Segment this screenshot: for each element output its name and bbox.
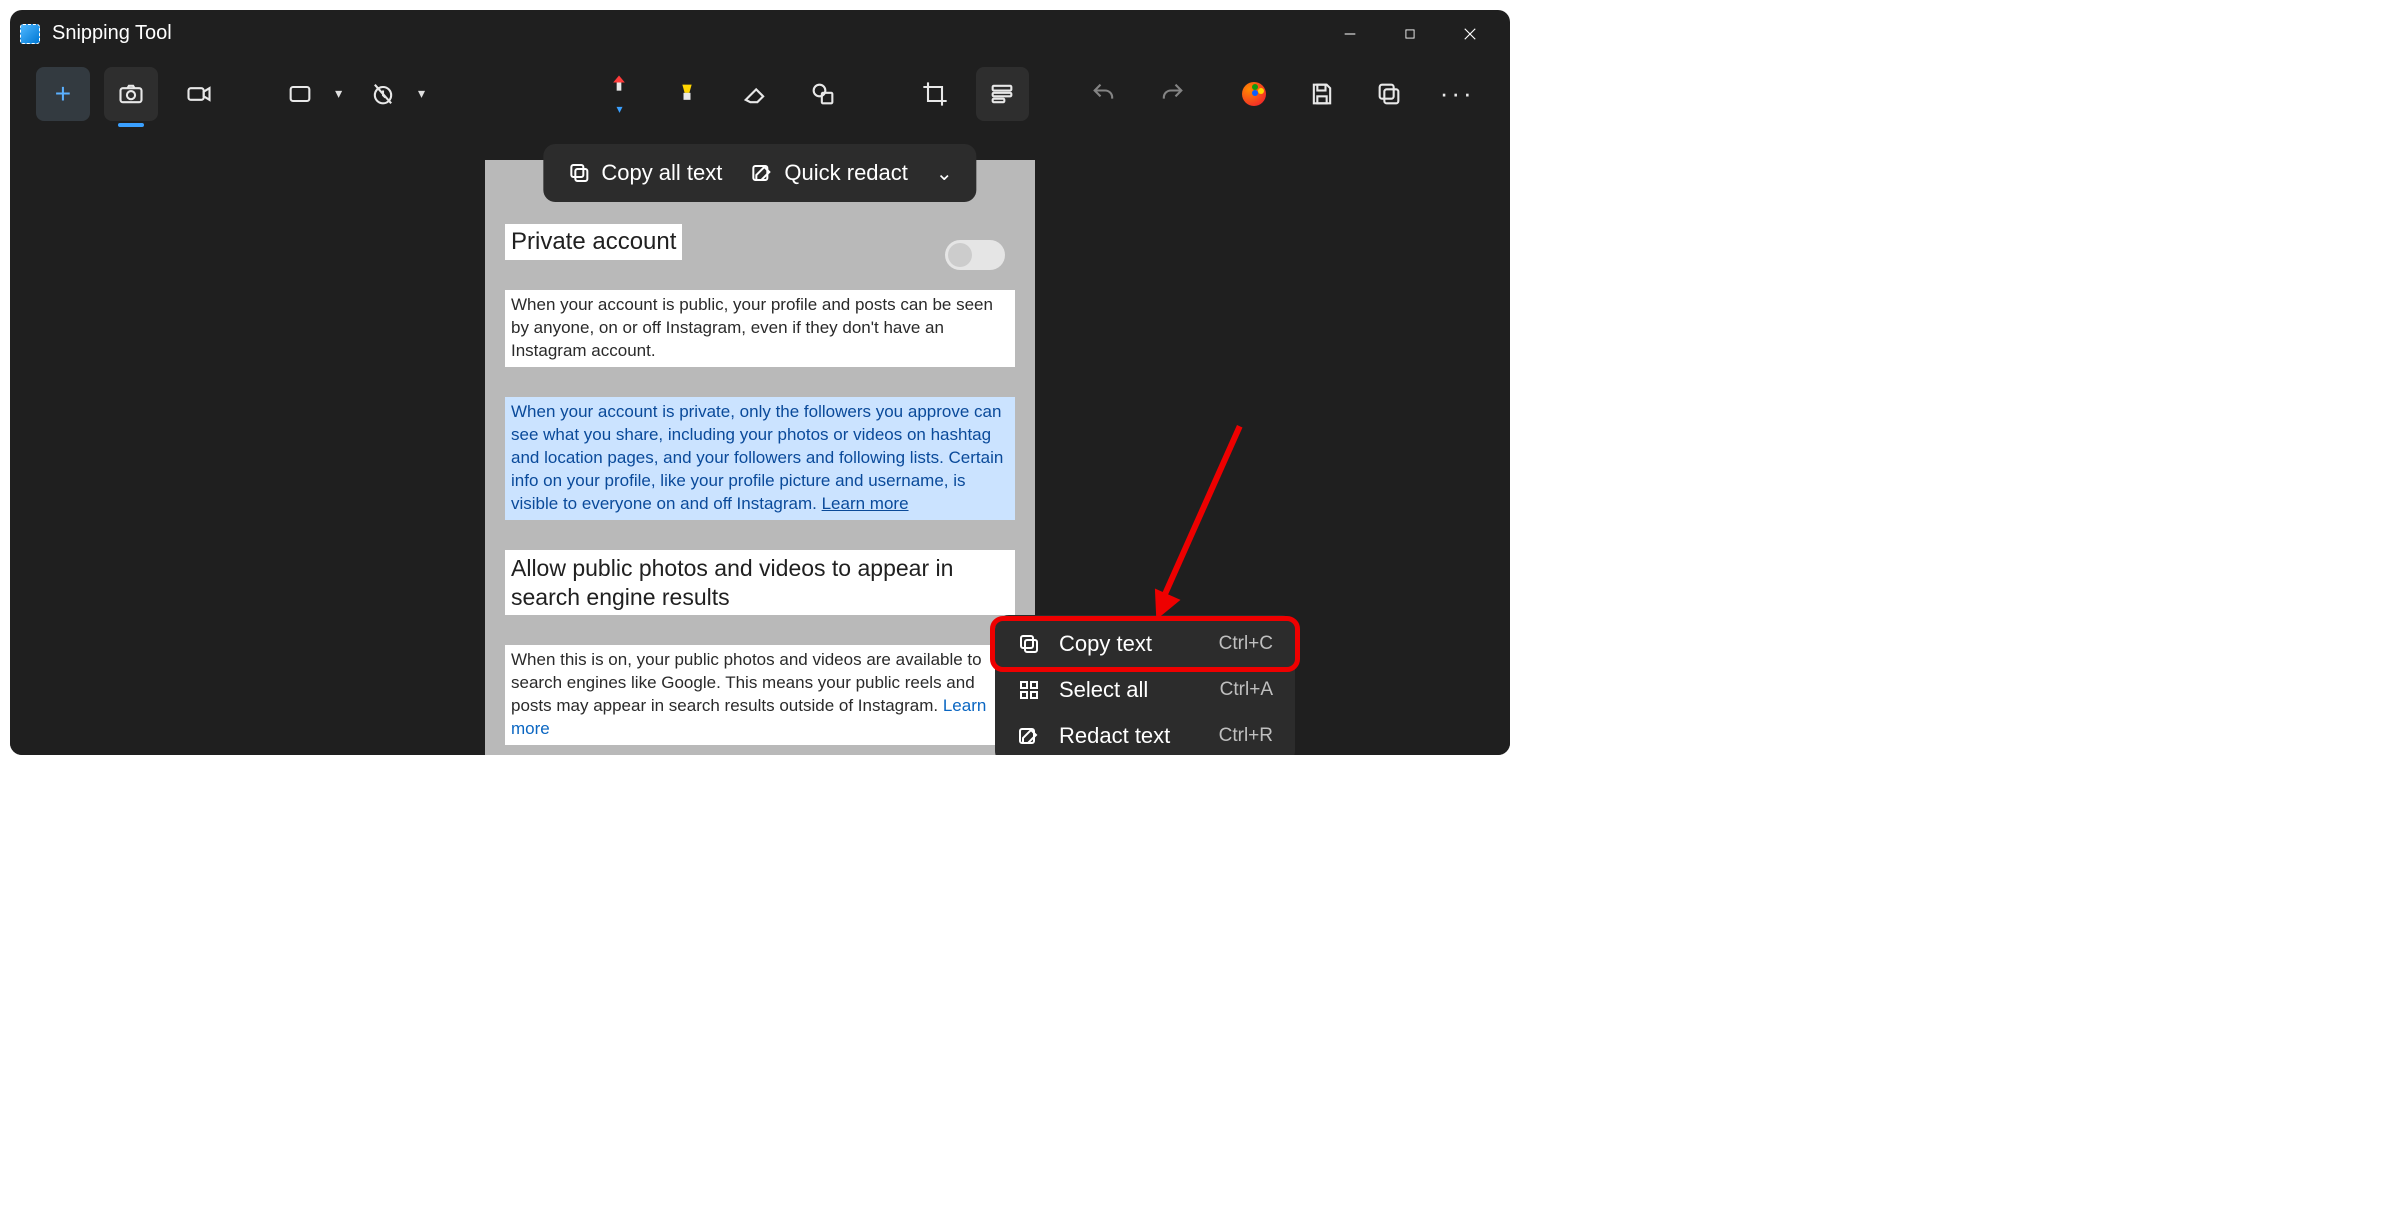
quick-redact-label: Quick redact xyxy=(784,160,908,186)
close-button[interactable] xyxy=(1440,14,1500,54)
snip-paragraph-search: When this is on, your public photos and … xyxy=(505,645,1015,745)
snip-para3-text: When this is on, your public photos and … xyxy=(511,650,982,715)
chevron-down-icon: ▾ xyxy=(418,85,425,102)
save-button[interactable] xyxy=(1295,67,1349,121)
maximize-button[interactable] xyxy=(1380,14,1440,54)
app-window: Snipping Tool + ▾ ▾ ▾ xyxy=(10,10,1510,755)
snip-shape-dropdown[interactable] xyxy=(273,67,327,121)
chevron-down-icon: ▾ xyxy=(335,85,342,102)
delay-dropdown[interactable] xyxy=(356,67,410,121)
context-redact-text[interactable]: Redact text Ctrl+R xyxy=(995,713,1295,755)
context-item-shortcut: Ctrl+C xyxy=(1219,633,1273,655)
canvas-area: Copy all text Quick redact ⌄ Private acc… xyxy=(10,130,1510,755)
redact-icon xyxy=(1017,724,1041,748)
context-item-shortcut: Ctrl+R xyxy=(1219,725,1273,747)
highlighter-tool-button[interactable] xyxy=(660,67,714,121)
copy-icon xyxy=(1017,632,1041,656)
more-button[interactable]: ··· xyxy=(1430,67,1484,121)
copy-all-text-button[interactable]: Copy all text xyxy=(567,160,722,186)
chevron-down-icon[interactable]: ⌄ xyxy=(936,161,953,186)
app-title: Snipping Tool xyxy=(52,22,172,45)
copy-all-text-label: Copy all text xyxy=(601,160,722,186)
context-item-shortcut: Ctrl+A xyxy=(1220,679,1273,701)
select-all-icon xyxy=(1017,678,1041,702)
titlebar: Snipping Tool xyxy=(10,10,1510,57)
record-mode-button[interactable] xyxy=(172,67,226,121)
private-account-toggle[interactable] xyxy=(945,240,1005,270)
context-item-label: Select all xyxy=(1059,677,1148,703)
app-icon xyxy=(20,24,40,44)
copy-button[interactable] xyxy=(1362,67,1416,121)
context-copy-text[interactable]: Copy text Ctrl+C xyxy=(995,621,1295,667)
learn-more-link[interactable]: Learn more xyxy=(822,494,909,513)
context-select-all[interactable]: Select all Ctrl+A xyxy=(995,667,1295,713)
snip-paragraph-private-selected[interactable]: When your account is private, only the f… xyxy=(505,397,1015,520)
toolbar: + ▾ ▾ ▾ xyxy=(10,57,1510,130)
pen-tool-button[interactable]: ▾ xyxy=(593,67,647,121)
context-item-label: Redact text xyxy=(1059,723,1170,749)
snip-paragraph-public: When your account is public, your profil… xyxy=(505,290,1015,367)
snip-mode-button[interactable] xyxy=(104,67,158,121)
quick-redact-button[interactable]: Quick redact xyxy=(750,160,908,186)
text-actions-button[interactable] xyxy=(976,67,1030,121)
snip-para2-text: When your account is private, only the f… xyxy=(511,402,1003,513)
shapes-tool-button[interactable] xyxy=(796,67,850,121)
context-item-label: Copy text xyxy=(1059,631,1152,657)
redo-button[interactable] xyxy=(1145,67,1199,121)
annotation-arrow xyxy=(1140,425,1260,625)
text-actions-floatbar: Copy all text Quick redact ⌄ xyxy=(543,144,976,202)
new-snip-button[interactable]: + xyxy=(36,67,90,121)
crop-tool-button[interactable] xyxy=(908,67,962,121)
context-menu: Copy text Ctrl+C Select all Ctrl+A Redac… xyxy=(995,615,1295,755)
undo-button[interactable] xyxy=(1077,67,1131,121)
snip-heading-private: Private account xyxy=(505,224,682,260)
minimize-button[interactable] xyxy=(1320,14,1380,54)
snip-heading-search: Allow public photos and videos to appear… xyxy=(505,550,1015,616)
paint-button[interactable] xyxy=(1227,67,1281,121)
eraser-tool-button[interactable] xyxy=(728,67,782,121)
captured-screenshot[interactable]: Copy all text Quick redact ⌄ Private acc… xyxy=(485,160,1035,755)
